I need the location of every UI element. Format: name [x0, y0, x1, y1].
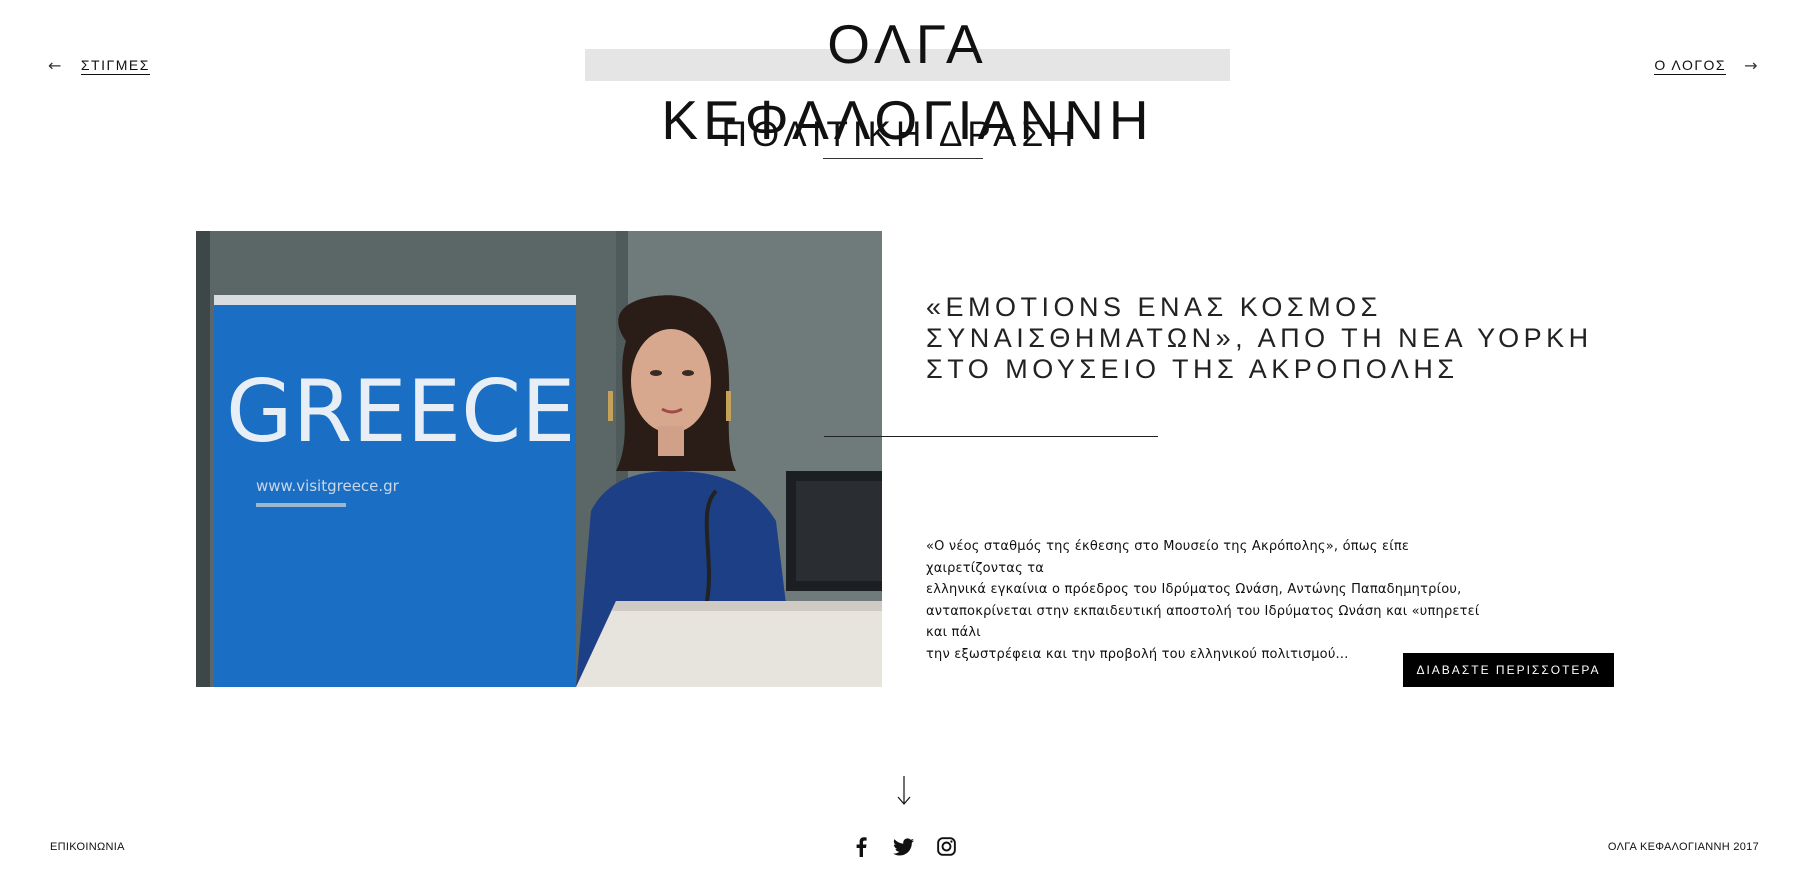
instagram-icon[interactable]: [936, 836, 957, 857]
article-excerpt: «Ο νέος σταθμός της έκθεσης στο Μουσείο …: [926, 536, 1501, 665]
article-excerpt-line: ανταποκρίνεται στην εκπαιδευτική αποστολ…: [926, 603, 1480, 641]
article-photo[interactable]: GREECE www.visitgreece.gr: [196, 231, 882, 687]
page: ΟΛΓΑ ΚΕΦΑΛΟΓΙΑΝΝΗ ← ΣΤΙΓΜΕΣ Ο ΛΟΓΟΣ → ΠΟ…: [0, 0, 1800, 875]
scroll-down-button[interactable]: [892, 776, 916, 806]
nav-next-label[interactable]: Ο ΛΟΓΟΣ: [1654, 57, 1727, 75]
article-excerpt-line: ελληνικά εγκαίνια ο πρόεδρος του Ιδρύματ…: [926, 582, 1462, 597]
article-divider: [824, 436, 1158, 437]
section-title-underline: [823, 158, 983, 159]
facebook-icon[interactable]: [850, 836, 871, 857]
arrow-down-icon: [897, 776, 911, 805]
article-title-line: ΣΥΝΑΙΣΘΗΜΑΤΩΝ», ΑΠΟ ΤΗ ΝΕΑ ΥΟΡΚΗ: [926, 323, 1593, 353]
article-photo-illustration: GREECE www.visitgreece.gr: [196, 231, 882, 687]
read-more-button[interactable]: ΔΙΑΒΑΣΤΕ ΠΕΡΙΣΣΟΤΕΡΑ: [1403, 653, 1614, 687]
arrow-right-icon: →: [1744, 56, 1759, 75]
banner-text: GREECE: [226, 362, 575, 462]
article-title-line: ΣΤΟ ΜΟΥΣΕΙΟ ΤΗΣ ΑΚΡΟΠΟΛΗΣ: [926, 354, 1459, 384]
twitter-icon[interactable]: [893, 836, 914, 857]
contact-link[interactable]: ΕΠΙΚΟΙΝΩΝΙΑ: [50, 841, 125, 853]
nav-next-link[interactable]: Ο ΛΟΓΟΣ →: [1654, 56, 1759, 75]
banner-url: www.visitgreece.gr: [256, 477, 400, 495]
article-title-line: «EMOTIONS ΕΝΑΣ ΚΟΣΜΟΣ: [926, 292, 1382, 322]
nav-prev-link[interactable]: ← ΣΤΙΓΜΕΣ: [48, 56, 150, 75]
article-excerpt-line: «Ο νέος σταθμός της έκθεσης στο Μουσείο …: [926, 539, 1410, 576]
section-title: ΠΟΛΙΤΙΚΗ ΔΡΑΣΗ: [721, 115, 1079, 154]
nav-prev-label[interactable]: ΣΤΙΓΜΕΣ: [80, 57, 150, 75]
copyright-text: ΟΛΓΑ ΚΕΦΑΛΟΓΙΑΝΝΗ 2017: [1607, 841, 1759, 853]
social-links: [850, 836, 957, 857]
arrow-left-icon: ←: [48, 56, 63, 75]
article-title[interactable]: «EMOTIONS ΕΝΑΣ ΚΟΣΜΟΣ ΣΥΝΑΙΣΘΗΜΑΤΩΝ», ΑΠ…: [926, 292, 1606, 385]
